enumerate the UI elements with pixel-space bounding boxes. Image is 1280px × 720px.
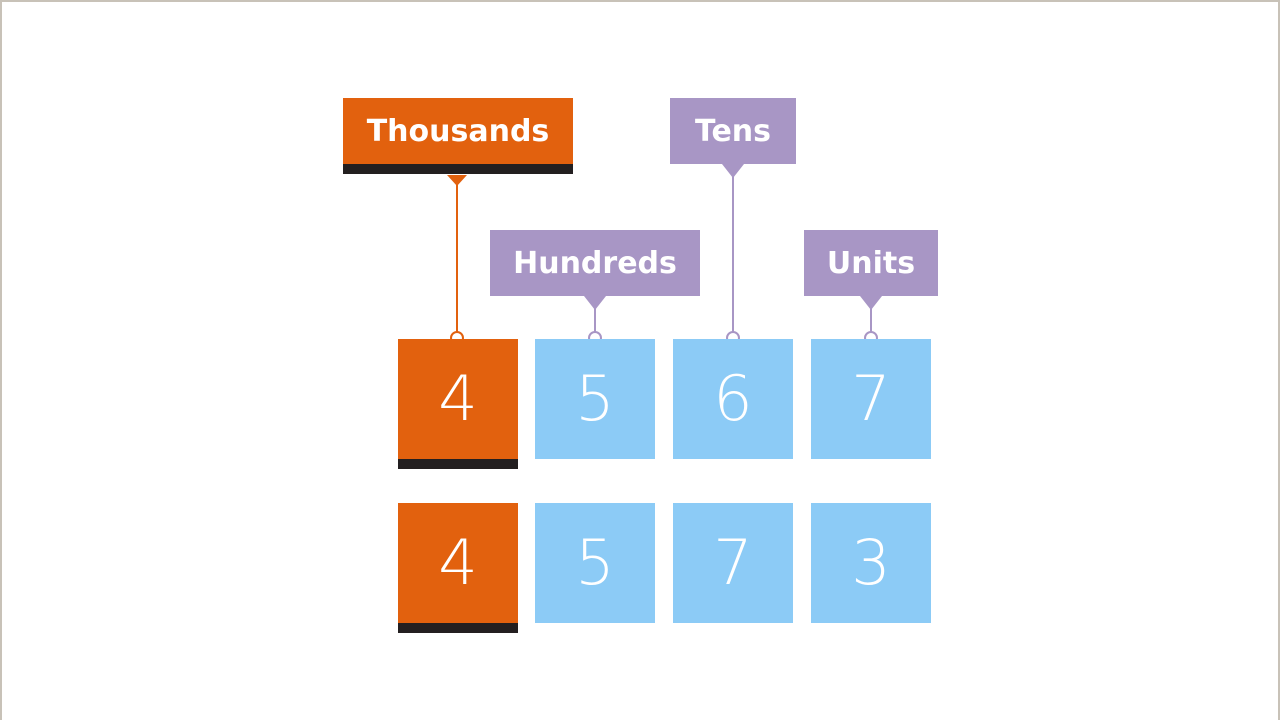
digit-tile-units: 3 bbox=[811, 503, 931, 623]
thousands-label-text: Thousands bbox=[366, 113, 550, 149]
digit-tile-thousands: 4 bbox=[398, 503, 518, 633]
units-label: Units bbox=[804, 230, 938, 296]
hundreds-label-text: Hundreds bbox=[513, 245, 677, 281]
digit-tile-tens: 7 bbox=[673, 503, 793, 623]
digit: 7 bbox=[713, 526, 753, 599]
digit: 4 bbox=[438, 526, 478, 599]
digit: 7 bbox=[851, 362, 891, 435]
digit: 3 bbox=[851, 526, 891, 599]
units-label-text: Units bbox=[826, 245, 916, 281]
digit: 4 bbox=[438, 362, 478, 435]
digit-tile-thousands: 4 bbox=[398, 339, 518, 469]
digit-tile-units: 7 bbox=[811, 339, 931, 459]
hundreds-label: Hundreds bbox=[490, 230, 700, 296]
digit: 5 bbox=[575, 362, 615, 435]
digit-tile-tens: 6 bbox=[673, 339, 793, 459]
tens-label: Tens bbox=[670, 98, 796, 164]
thousands-label: Thousands bbox=[343, 98, 573, 174]
digit-tile-hundreds: 5 bbox=[535, 503, 655, 623]
digit: 5 bbox=[575, 526, 615, 599]
digit: 6 bbox=[713, 362, 753, 435]
tens-label-text: Tens bbox=[694, 113, 772, 149]
digit-tile-hundreds: 5 bbox=[535, 339, 655, 459]
